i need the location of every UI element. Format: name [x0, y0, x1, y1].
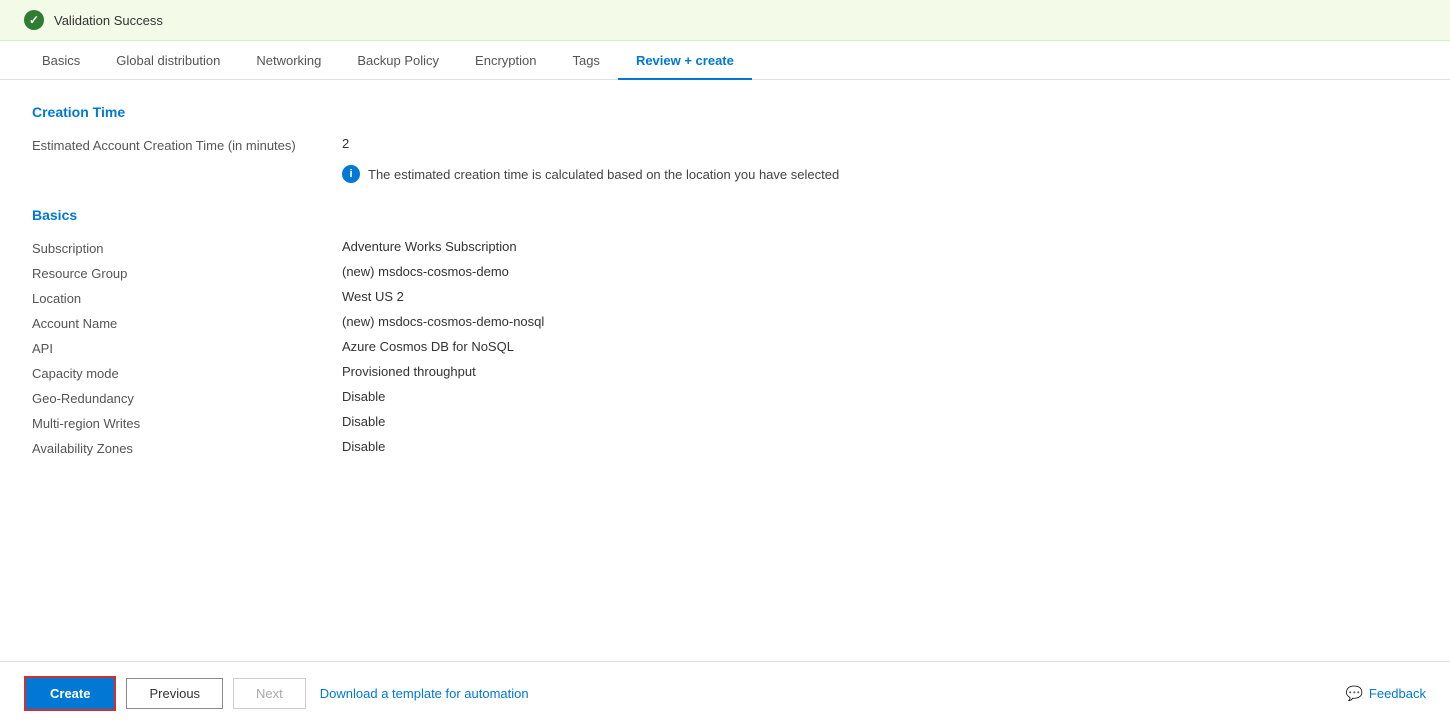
api-value: Azure Cosmos DB for NoSQL — [342, 339, 514, 354]
availability-zones-row: Availability Zones Disable — [32, 439, 1418, 456]
availability-zones-label: Availability Zones — [32, 439, 342, 456]
creation-time-note: i The estimated creation time is calcula… — [342, 165, 1418, 183]
basics-title: Basics — [32, 207, 1418, 223]
next-button[interactable]: Next — [233, 678, 306, 709]
multi-region-writes-value: Disable — [342, 414, 385, 429]
basics-section: Basics Subscription Adventure Works Subs… — [32, 207, 1418, 456]
api-label: API — [32, 339, 342, 356]
validation-text: Validation Success — [54, 13, 163, 28]
subscription-value: Adventure Works Subscription — [342, 239, 517, 254]
subscription-row: Subscription Adventure Works Subscriptio… — [32, 239, 1418, 256]
account-name-value: (new) msdocs-cosmos-demo-nosql — [342, 314, 544, 329]
tab-backup-policy[interactable]: Backup Policy — [339, 41, 457, 80]
resource-group-row: Resource Group (new) msdocs-cosmos-demo — [32, 264, 1418, 281]
info-icon: i — [342, 165, 360, 183]
creation-time-title: Creation Time — [32, 104, 1418, 120]
subscription-label: Subscription — [32, 239, 342, 256]
location-label: Location — [32, 289, 342, 306]
feedback-label: Feedback — [1369, 686, 1426, 701]
creation-time-section: Creation Time Estimated Account Creation… — [32, 104, 1418, 183]
geo-redundancy-row: Geo-Redundancy Disable — [32, 389, 1418, 406]
capacity-mode-row: Capacity mode Provisioned throughput — [32, 364, 1418, 381]
account-name-label: Account Name — [32, 314, 342, 331]
tabs-bar: Basics Global distribution Networking Ba… — [0, 41, 1450, 80]
location-row: Location West US 2 — [32, 289, 1418, 306]
resource-group-value: (new) msdocs-cosmos-demo — [342, 264, 509, 279]
capacity-mode-value: Provisioned throughput — [342, 364, 476, 379]
account-name-row: Account Name (new) msdocs-cosmos-demo-no… — [32, 314, 1418, 331]
tab-review-create[interactable]: Review + create — [618, 41, 752, 80]
api-row: API Azure Cosmos DB for NoSQL — [32, 339, 1418, 356]
footer: Create Previous Next Download a template… — [0, 661, 1450, 725]
resource-group-label: Resource Group — [32, 264, 342, 281]
location-value: West US 2 — [342, 289, 404, 304]
estimated-time-label: Estimated Account Creation Time (in minu… — [32, 136, 342, 153]
create-button[interactable]: Create — [24, 676, 116, 711]
validation-banner: Validation Success — [0, 0, 1450, 41]
multi-region-writes-row: Multi-region Writes Disable — [32, 414, 1418, 431]
feedback-icon: 💬 — [1345, 685, 1362, 702]
note-text: The estimated creation time is calculate… — [368, 167, 839, 182]
estimated-time-value: 2 — [342, 136, 349, 151]
tab-encryption[interactable]: Encryption — [457, 41, 554, 80]
tab-tags[interactable]: Tags — [554, 41, 617, 80]
estimated-time-row: Estimated Account Creation Time (in minu… — [32, 136, 1418, 153]
availability-zones-value: Disable — [342, 439, 385, 454]
previous-button[interactable]: Previous — [126, 678, 223, 709]
content-area: Creation Time Estimated Account Creation… — [0, 80, 1450, 661]
tab-basics[interactable]: Basics — [24, 41, 98, 80]
geo-redundancy-label: Geo-Redundancy — [32, 389, 342, 406]
download-template-link[interactable]: Download a template for automation — [320, 686, 529, 701]
tab-global-distribution[interactable]: Global distribution — [98, 41, 238, 80]
multi-region-writes-label: Multi-region Writes — [32, 414, 342, 431]
feedback-area[interactable]: 💬 Feedback — [1345, 685, 1426, 702]
tab-networking[interactable]: Networking — [238, 41, 339, 80]
capacity-mode-label: Capacity mode — [32, 364, 342, 381]
validation-success-icon — [24, 10, 44, 30]
geo-redundancy-value: Disable — [342, 389, 385, 404]
